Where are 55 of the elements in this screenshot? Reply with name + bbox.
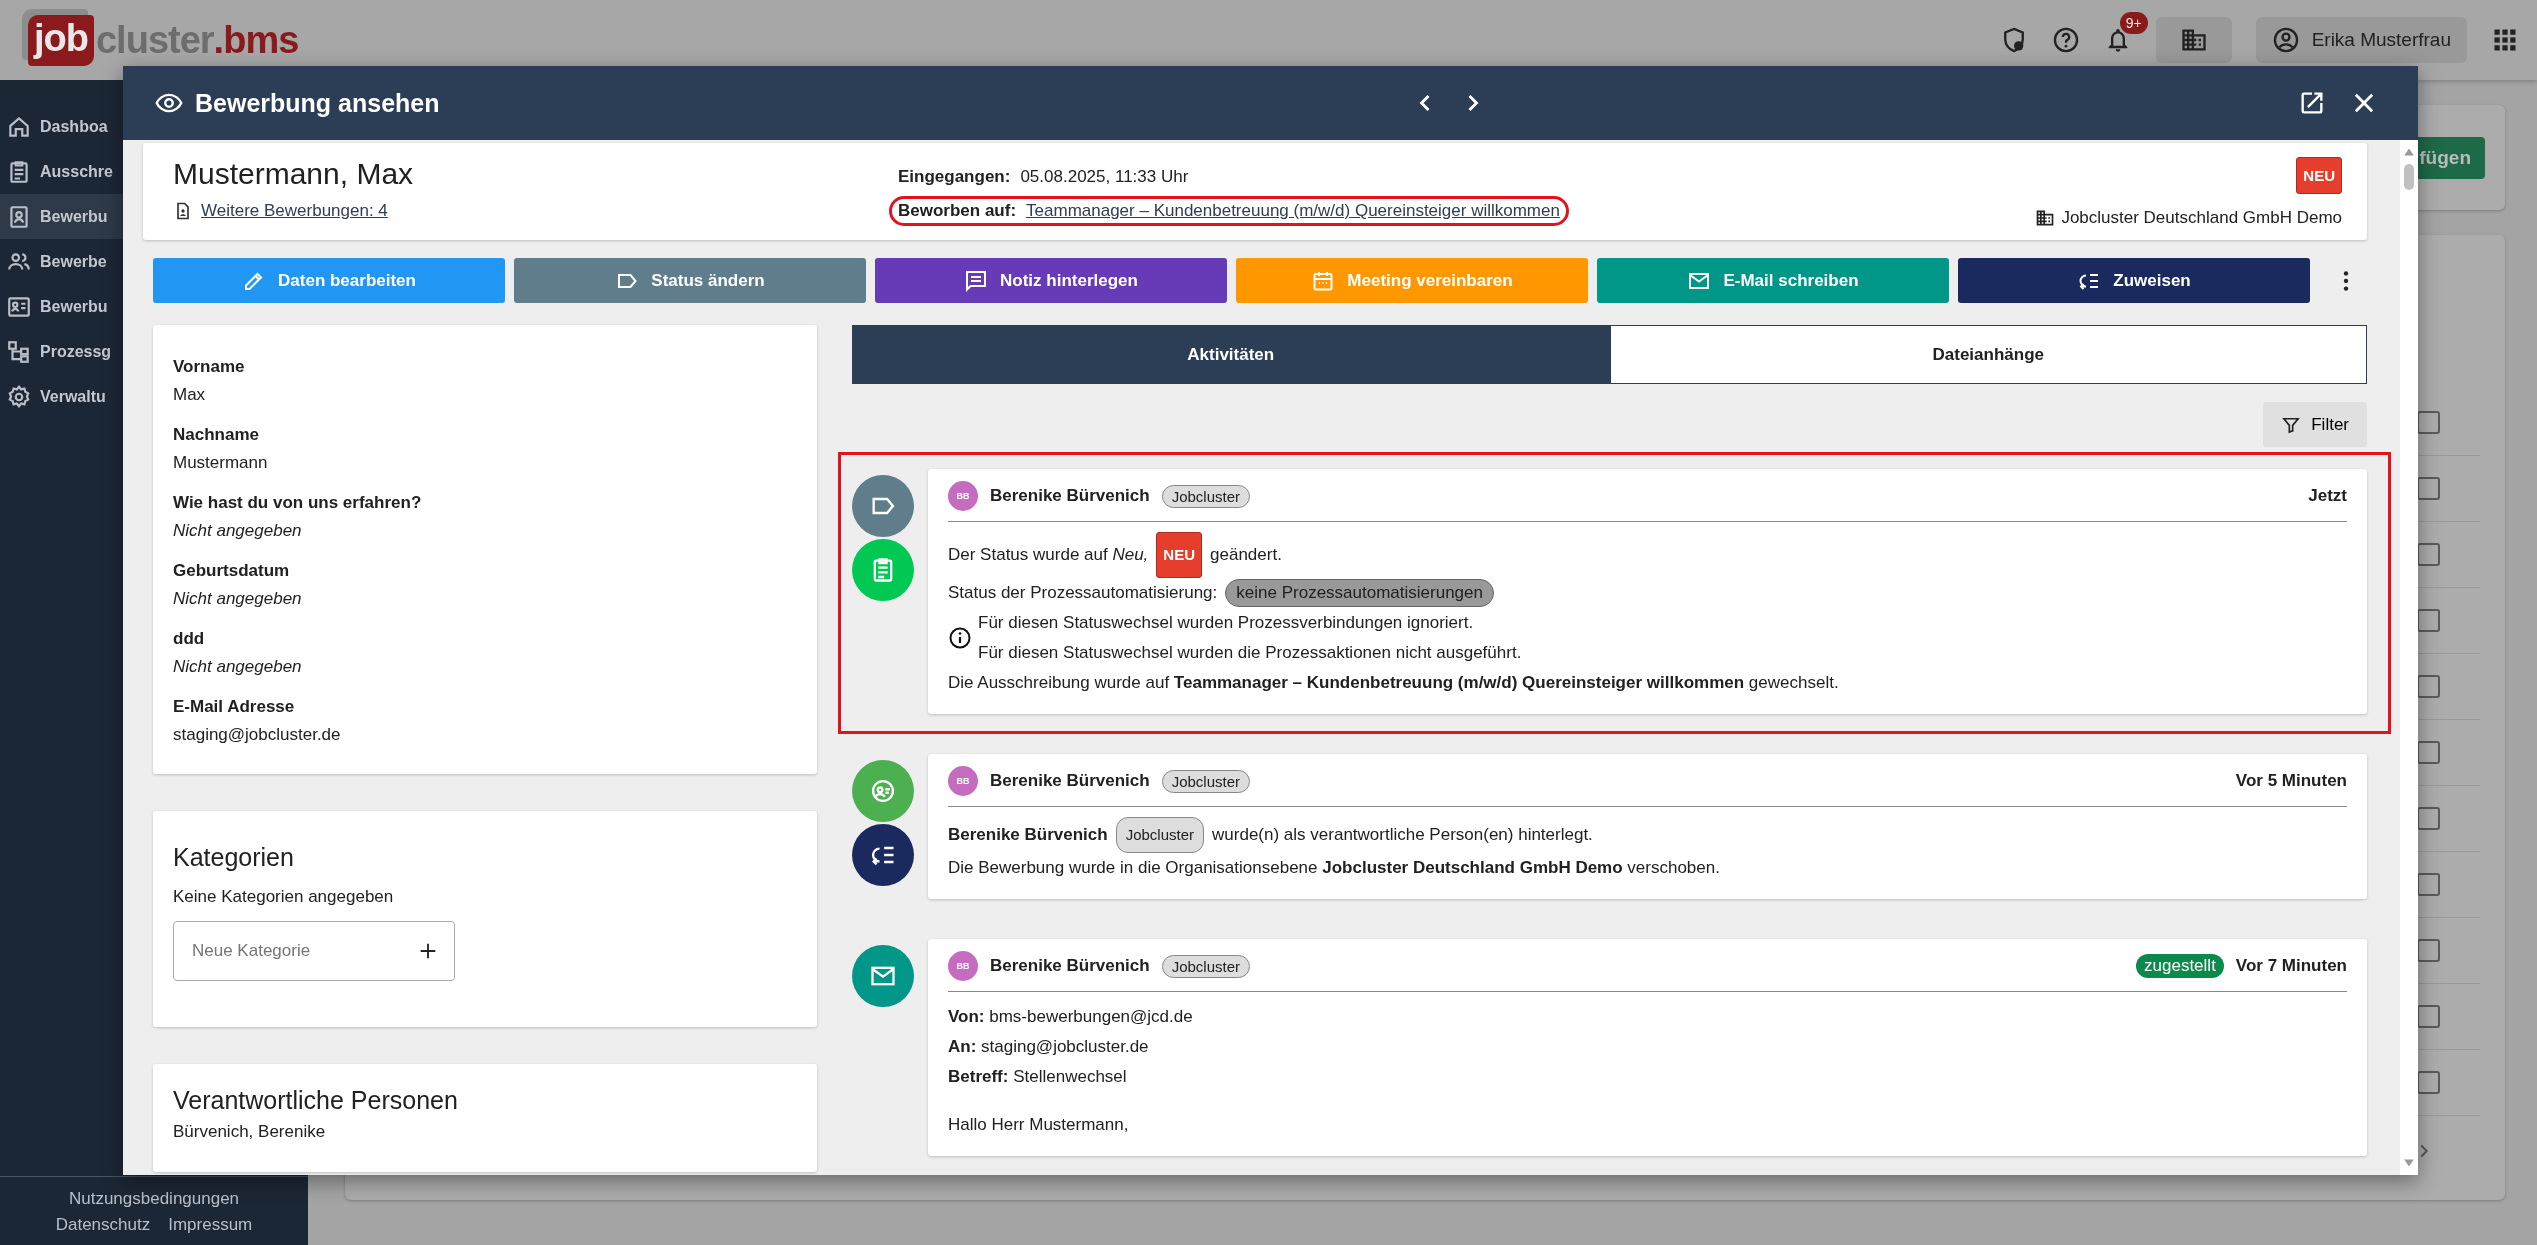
person-name: Bürvenich, Berenike: [173, 1122, 327, 1142]
field-label: ddd: [173, 628, 206, 650]
applicant-name: Mustermann, Max: [173, 157, 415, 191]
activity-text: Status der Prozessautomatisierung:: [948, 582, 1218, 604]
received-value: 05.08.2025, 11:33 Uhr: [1020, 167, 1189, 187]
organization-name: Jobcluster Deutschland GmbH Demo: [2061, 208, 2342, 228]
avatar: BB: [948, 951, 978, 981]
author-name: Berenike Bürvenich: [990, 771, 1150, 791]
author-name: Berenike Bürvenich: [990, 486, 1150, 506]
field-value: Max: [173, 384, 207, 406]
avatar: BB: [948, 481, 978, 511]
organization-chip: Jobcluster: [1161, 484, 1251, 508]
field-label: E-Mail Adresse: [173, 696, 296, 718]
organization-chip: Jobcluster: [1161, 954, 1251, 978]
activity-text: Die Ausschreibung wurde auf Teammanager – Kundenbetreuung (m/w/d) Quereinsteiger willkommen gewechselt.: [948, 672, 1839, 694]
field-label: Geburtsdatum: [173, 560, 291, 582]
automation-status-pill: keine Prozessautomatisierungen: [1225, 579, 1494, 607]
dialog-title: Bewerbung ansehen: [195, 88, 440, 118]
activity-text: An: staging@jobcluster.de: [948, 1036, 1149, 1058]
field-value: Nicht angegeben: [173, 520, 303, 542]
applied-label: Beworben auf:: [898, 201, 1017, 221]
field-value: Mustermann: [173, 452, 269, 474]
field-label: Vorname: [173, 356, 246, 378]
activity-text: Von: bms-bewerbungen@jcd.de: [948, 1006, 1193, 1028]
activity-time: Jetzt: [2308, 486, 2347, 506]
field-value: Nicht angegeben: [173, 588, 303, 610]
activity-text: Hallo Herr Mustermann,: [948, 1114, 1129, 1136]
activity-time: Vor 7 Minuten: [2235, 956, 2347, 976]
logo-text: cluster: [96, 18, 214, 62]
card-title: Kategorien: [173, 842, 295, 873]
field-value: staging@jobcluster.de: [173, 724, 342, 746]
logo-suffix: .bms: [213, 18, 299, 62]
received-label: Eingegangen:: [898, 167, 1011, 187]
activity-text: Betreff: Stellenwechsel: [948, 1066, 1127, 1088]
organization-chip: Jobcluster: [1115, 817, 1205, 853]
field-label: Wie hast du von uns erfahren?: [173, 492, 423, 514]
empty-text: Keine Kategorien angegeben: [173, 887, 395, 907]
field-label: Nachname: [173, 424, 260, 446]
organization-chip: Jobcluster: [1161, 769, 1251, 793]
card-title: Verantwortliche Personen: [173, 1085, 459, 1116]
activity-text: Die Bewerbung wurde in die Organisationsebene Jobcluster Deutschland GmbH Demo verschoben.: [948, 857, 1720, 879]
info-text: Für diesen Statuswechsel wurden Prozessverbindungen ignoriert.: [978, 612, 1475, 634]
person-name: Berenike Bürvenich: [948, 824, 1108, 846]
info-text: Für diesen Statuswechsel wurden die Prozessaktionen nicht ausgeführt.: [978, 642, 1522, 664]
status-badge: NEU: [2296, 157, 2342, 194]
field-value: Nicht angegeben: [173, 656, 303, 678]
avatar: BB: [948, 766, 978, 796]
author-name: Berenike Bürvenich: [990, 956, 1150, 976]
activity-time: Vor 5 Minuten: [2235, 771, 2347, 791]
activity-text: geändert.: [1210, 544, 1282, 566]
delivery-status: zugestellt: [2136, 954, 2224, 978]
activity-text: Der Status wurde auf Neu,: [948, 544, 1149, 566]
activity-text: wurde(n) als verantwortliche Person(en) hinterlegt.: [1212, 824, 1593, 846]
notification-badge: 9+: [2119, 12, 2148, 34]
status-badge: NEU: [1156, 532, 1202, 578]
